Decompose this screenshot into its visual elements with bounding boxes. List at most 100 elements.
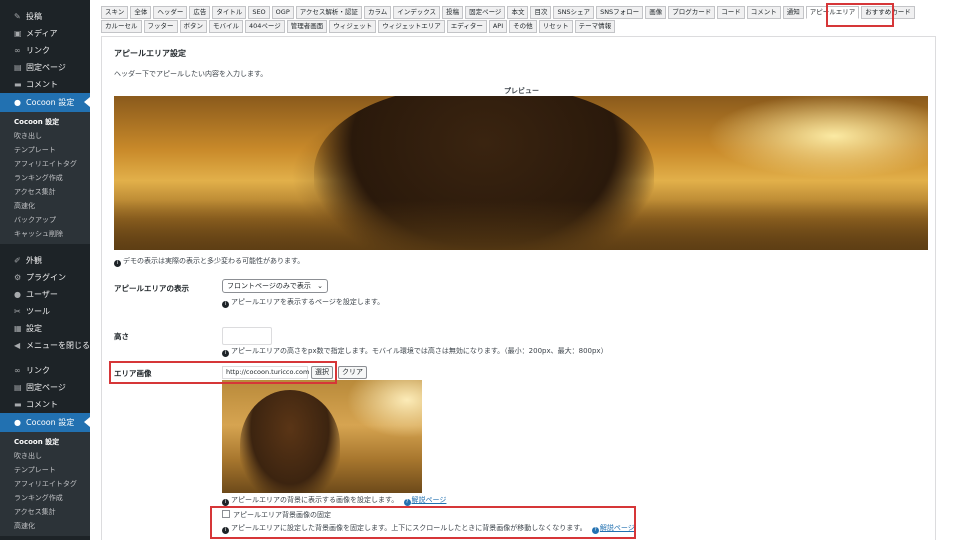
sidebar-subitem[interactable]: ランキング作成 (0, 171, 90, 185)
tab-row2-1[interactable]: フッター (143, 20, 178, 33)
sidebar-item-comment[interactable]: ▬ コメント (0, 76, 90, 93)
tab-row2-7[interactable]: ウィジェットエリア (378, 20, 445, 33)
help-icon: ? (403, 499, 411, 506)
sidebar-subitem[interactable]: 高速化 (0, 519, 90, 533)
display-select[interactable]: フロントページのみで表示 ⌄ (222, 279, 328, 293)
sidebar-item-page[interactable]: ▤ 固定ページ (0, 59, 90, 76)
sidebar-item-plugin[interactable]: ⚙ プラグイン (0, 269, 90, 286)
tab-row-2: カルーセル フッター ボタン モバイル 404ページ 管理者画面 ウィジェット ウィジェットエ… (101, 20, 936, 33)
tab-row1-8[interactable]: カラム (363, 6, 392, 19)
sidebar-subitem[interactable]: テンプレート (0, 463, 90, 477)
admin-sidebar: ✎ 投稿 ▣ メディア ∞ リンク ▤ 固定ページ ▬ コメント ● Cocoon 設定 Coco… (0, 0, 90, 540)
sidebar-subitem[interactable]: テンプレート (0, 143, 90, 157)
tab-row2-2[interactable]: ボタン (179, 20, 207, 33)
tab-row1-10[interactable]: 投稿 (442, 6, 464, 19)
sidebar-subitem[interactable]: Cocoon 設定 (0, 115, 90, 129)
thumbnail-hair-shape (240, 390, 340, 493)
tab-row1-18[interactable]: コード (717, 6, 745, 19)
sidebar-item-cocoon[interactable]: ● Cocoon 設定 (0, 93, 90, 112)
info-icon: i (222, 301, 229, 308)
sidebar-item-page[interactable]: ▤ 固定ページ (0, 379, 90, 396)
preview-field-shape (114, 200, 928, 250)
tab-row1-20[interactable]: 通知 (782, 6, 804, 19)
clear-image-button[interactable]: クリア (338, 366, 367, 379)
sidebar-subitem[interactable]: キャッシュ削除 (0, 227, 90, 241)
sidebar-subitem[interactable]: Cocoon 設定 (0, 435, 90, 449)
tab-row2-12[interactable]: テーマ情報 (574, 20, 616, 33)
sidebar-item-pin[interactable]: ✎ 投稿 (0, 8, 90, 25)
sidebar-item-appearance[interactable]: ✐ 外観 (0, 252, 90, 269)
sidebar-item-comment[interactable]: ▬ コメント (0, 396, 90, 413)
link-icon: ∞ (14, 46, 21, 55)
tool-icon: ✂ (14, 307, 21, 316)
tab-row1-16[interactable]: 画像 (645, 6, 667, 19)
sidebar-item-tool[interactable]: ✂ ツール (0, 303, 90, 320)
cocoon-icon: ● (14, 418, 21, 427)
highlight-area-image (109, 361, 337, 384)
user-icon: ● (14, 290, 21, 299)
comment-icon: ▬ (14, 80, 22, 89)
tab-row1-14[interactable]: SNSシェア (553, 6, 595, 19)
tab-row1-6[interactable]: OGP (271, 6, 294, 19)
tab-row1-4[interactable]: タイトル (212, 6, 247, 19)
sidebar-subitem[interactable]: アフィリエイトタグ (0, 157, 90, 171)
tab-row1-11[interactable]: 固定ページ (465, 6, 506, 19)
tab-row1-9[interactable]: インデックス (393, 6, 441, 19)
area-image-thumbnail (222, 380, 422, 493)
tab-row-1: スキン 全体 ヘッダー 広告 タイトル SEO OGP アクセス解析・認証 カラム インデックス投… (101, 6, 936, 19)
tab-row1-3[interactable]: 広告 (189, 6, 211, 19)
tab-row2-5[interactable]: 管理者画面 (286, 20, 328, 33)
sidebar-item-media[interactable]: ▣ メディア (0, 25, 90, 42)
sidebar-subitem[interactable]: アクセス集計 (0, 505, 90, 519)
tab-row1-7[interactable]: アクセス解析・認証 (295, 6, 362, 19)
sidebar-subitem[interactable]: アクセス集計 (0, 185, 90, 199)
plugin-icon: ⚙ (14, 273, 22, 282)
display-label: アピールエリアの表示 (114, 284, 189, 293)
sidebar-item-collapse[interactable]: ◀ メニューを閉じる (0, 337, 90, 354)
sidebar-item-user[interactable]: ● ユーザー (0, 286, 90, 303)
sidebar-item-link[interactable]: ∞ リンク (0, 362, 90, 379)
sidebar-subitem[interactable]: ランキング作成 (0, 491, 90, 505)
info-icon: i (222, 499, 229, 506)
appearance-icon: ✐ (14, 256, 21, 265)
sidebar-subitem[interactable]: 吹き出し (0, 449, 90, 463)
sidebar-item-link[interactable]: ∞ リンク (0, 42, 90, 59)
height-help: i アピールエリアの高さをpx数で指定します。モバイル環境では高さは無効になります… (222, 346, 608, 357)
tab-row2-9[interactable]: API (488, 20, 508, 33)
tab-row2-11[interactable]: リセット (538, 20, 573, 33)
tab-row2-0[interactable]: カルーセル (101, 20, 142, 33)
settings-tabs: スキン 全体 ヘッダー 広告 タイトル SEO OGP アクセス解析・認証 カラム インデックス投… (101, 6, 936, 34)
tab-row1-5[interactable]: SEO (248, 6, 270, 19)
tab-row1-0[interactable]: スキン (101, 6, 129, 19)
tab-row1-19[interactable]: コメント (746, 6, 781, 19)
tab-row2-3[interactable]: モバイル (209, 20, 243, 33)
sidebar-subitem[interactable]: アフィリエイトタグ (0, 477, 90, 491)
sidebar-item-cocoon-2[interactable]: ● Cocoon 設定 (0, 413, 90, 432)
tab-row1-15[interactable]: SNSフォロー (596, 6, 644, 19)
info-icon: i (222, 350, 229, 357)
sidebar-item-settings[interactable]: ▦ 設定 (0, 320, 90, 337)
section-title: アピールエリア設定 (114, 49, 186, 58)
area-image-help-link[interactable]: 解説ページ (412, 496, 447, 504)
highlight-fixed-bg (210, 506, 636, 539)
height-input[interactable] (222, 327, 272, 345)
tab-row2-10[interactable]: その他 (509, 20, 537, 33)
tab-row1-17[interactable]: ブログカード (668, 6, 716, 19)
collapse-icon: ◀ (14, 341, 21, 350)
tab-row1-12[interactable]: 本文 (507, 6, 529, 19)
demo-note: i デモの表示は実際の表示と多少変わる可能性があります。 (114, 256, 304, 267)
tab-row2-6[interactable]: ウィジェット (329, 20, 377, 33)
sidebar-subitem[interactable]: バックアップ (0, 213, 90, 227)
sidebar-subitem[interactable]: 吹き出し (0, 129, 90, 143)
display-help: i アピールエリアを表示するページを設定します。 (222, 297, 384, 308)
tab-row1-13[interactable]: 目次 (530, 6, 552, 19)
sidebar-submenu: Cocoon 設定 吹き出し テンプレート アフィリエイトタグ ランキング作成 アクセス集… (0, 112, 90, 244)
tab-row1-2[interactable]: ヘッダー (153, 6, 188, 19)
cocoon-icon: ● (14, 98, 21, 107)
tab-row2-4[interactable]: 404ページ (245, 20, 285, 33)
tab-row1-1[interactable]: 全体 (130, 6, 152, 19)
sidebar-subitem[interactable]: 高速化 (0, 199, 90, 213)
chevron-down-icon: ⌄ (317, 282, 323, 290)
tab-row2-8[interactable]: エディター (446, 20, 487, 33)
info-icon: i (114, 260, 121, 267)
